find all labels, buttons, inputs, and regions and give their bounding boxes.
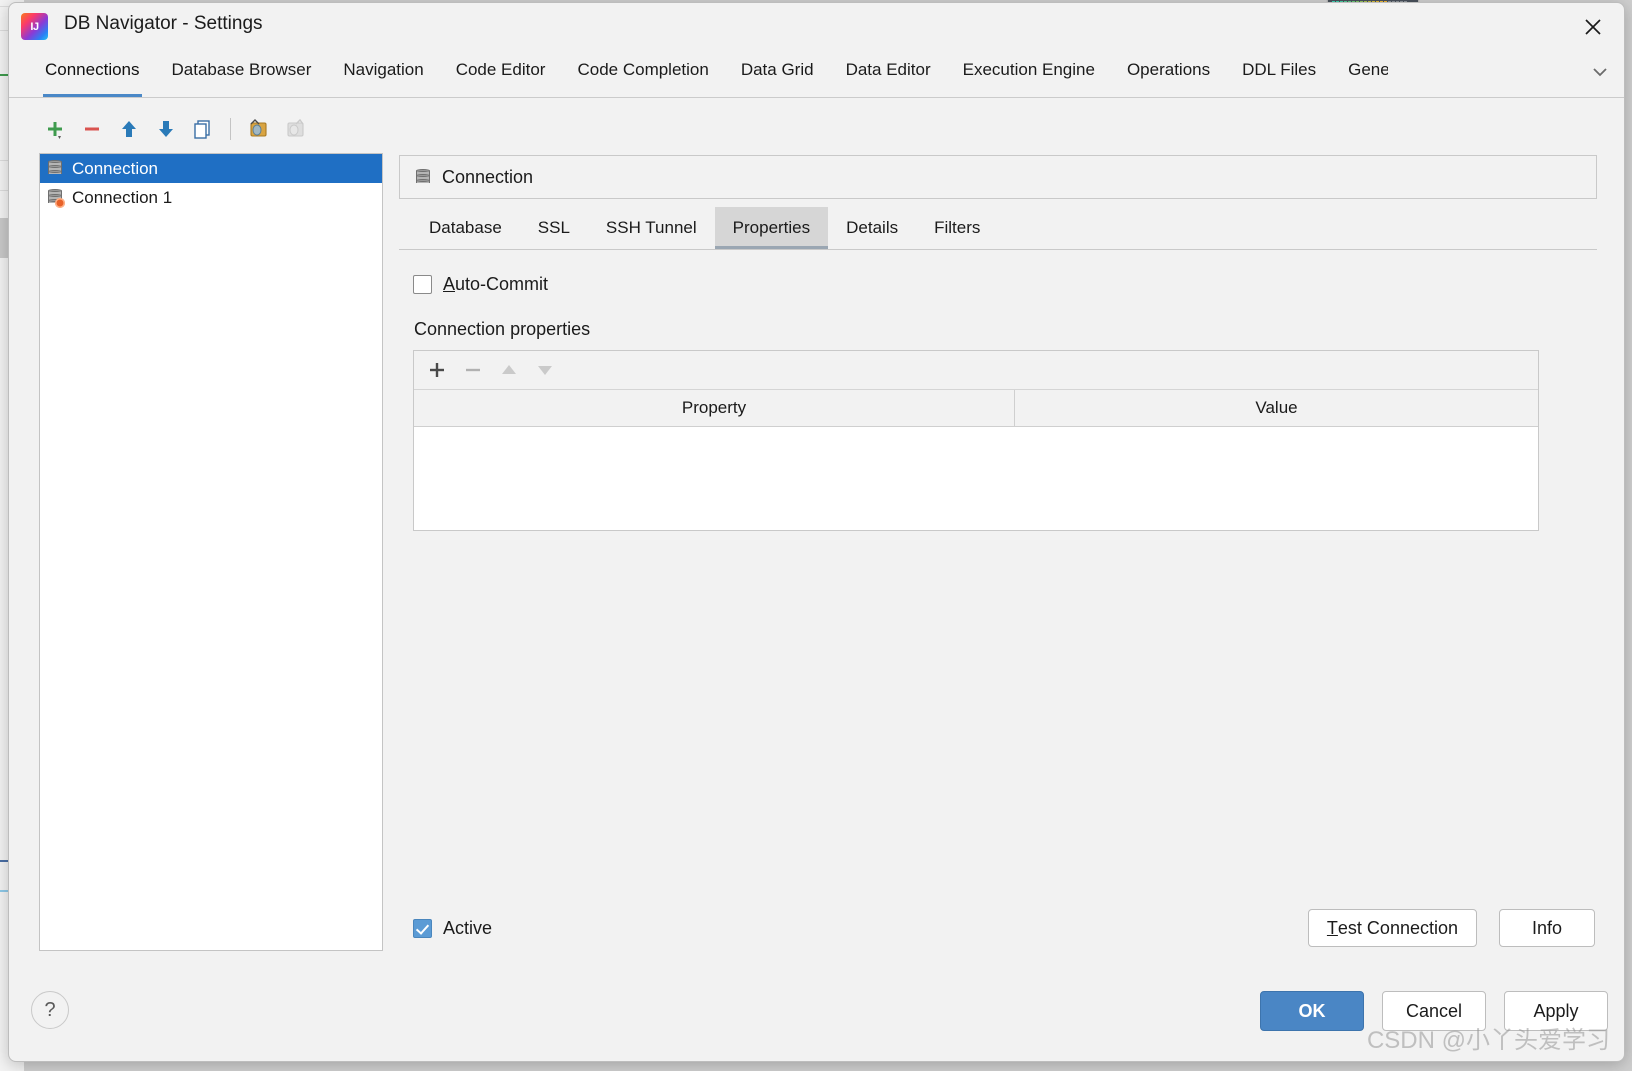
auto-commit-label: Auto-Commit — [443, 274, 549, 294]
tab-ddl-files[interactable]: DDL Files — [1226, 49, 1332, 86]
settings-dialog: IJ DB Navigator - Settings Connections D… — [8, 2, 1625, 1062]
auto-commit-checkbox-row[interactable]: Auto-Commit — [413, 274, 1597, 295]
pane-header: Connection — [399, 155, 1597, 199]
cancel-button[interactable]: Cancel — [1382, 991, 1486, 1031]
column-header-value[interactable]: Value — [1015, 390, 1538, 426]
remove-property-button[interactable] — [462, 359, 484, 381]
auto-commit-checkbox[interactable] — [413, 275, 432, 294]
tab-database[interactable]: Database — [411, 207, 520, 249]
active-label: Active — [443, 917, 493, 938]
active-checkbox[interactable] — [413, 918, 432, 938]
apply-button[interactable]: Apply — [1504, 991, 1608, 1031]
settings-tabs: Connections Database Browser Navigation … — [29, 49, 1578, 97]
pane-bottom-bar: Active Test Connection Info — [399, 905, 1597, 951]
tab-code-editor[interactable]: Code Editor — [440, 49, 562, 86]
connection-list-item-connection[interactable]: Connection — [40, 154, 382, 183]
dialog-footer: ? OK Cancel Apply — [9, 975, 1624, 1061]
tab-properties[interactable]: Properties — [714, 207, 829, 249]
connection-list[interactable]: Connection Connection 1 — [39, 153, 383, 951]
connection-properties-table: Property Value — [413, 350, 1539, 531]
connection-list-item-connection-1[interactable]: Connection 1 — [40, 183, 382, 212]
copy-connection-button[interactable] — [242, 113, 274, 145]
connection-settings-pane: Connection Database SSL SSH Tunnel Prope… — [399, 155, 1597, 951]
toolbar-separator — [230, 118, 231, 140]
active-checkbox-row[interactable]: Active — [413, 918, 492, 939]
connection-list-item-label: Connection — [72, 158, 159, 178]
add-property-button[interactable] — [426, 359, 448, 381]
screenshot-root: IJ DB Navigator - Settings Connections D… — [0, 0, 1632, 1071]
properties-table-toolbar — [414, 351, 1538, 390]
database-icon — [414, 168, 432, 187]
test-connection-button[interactable]: Test Connection — [1307, 909, 1477, 947]
tab-operations[interactable]: Operations — [1111, 49, 1226, 86]
properties-table-header: Property Value — [414, 390, 1538, 427]
pane-action-buttons: Test Connection Info — [1307, 909, 1595, 947]
help-icon[interactable]: ? — [31, 991, 69, 1029]
move-property-up-button[interactable] — [498, 359, 520, 381]
pane-header-title: Connection — [442, 166, 534, 187]
chevron-down-icon[interactable] — [1584, 57, 1616, 87]
tab-details[interactable]: Details — [828, 207, 916, 249]
move-property-down-button[interactable] — [534, 359, 556, 381]
close-icon[interactable] — [1570, 7, 1616, 47]
title-bar: IJ DB Navigator - Settings — [9, 3, 1624, 49]
database-configure-icon — [46, 188, 65, 208]
paste-connection-button[interactable] — [279, 113, 311, 145]
tab-connections[interactable]: Connections — [29, 49, 156, 97]
tab-navigation[interactable]: Navigation — [327, 49, 439, 86]
dialog-footer-buttons: OK Cancel Apply — [1260, 991, 1608, 1031]
intellij-idea-icon: IJ — [21, 13, 48, 40]
move-down-button[interactable] — [150, 113, 182, 145]
ok-button[interactable]: OK — [1260, 991, 1364, 1031]
column-header-property[interactable]: Property — [414, 390, 1015, 426]
connection-list-toolbar — [39, 107, 359, 151]
properties-tab-content: Auto-Commit Connection properties Proper… — [399, 250, 1597, 531]
tab-data-editor[interactable]: Data Editor — [830, 49, 947, 86]
tab-execution-engine[interactable]: Execution Engine — [947, 49, 1111, 86]
tab-ssh-tunnel[interactable]: SSH Tunnel — [588, 207, 715, 249]
connection-tab-bar: Database SSL SSH Tunnel Properties Detai… — [399, 207, 1597, 250]
tab-code-completion[interactable]: Code Completion — [561, 49, 724, 86]
tab-ssl[interactable]: SSL — [520, 207, 588, 249]
tab-data-grid[interactable]: Data Grid — [725, 49, 830, 86]
tab-general[interactable]: Gene — [1332, 49, 1388, 86]
database-icon — [46, 159, 64, 178]
connection-properties-label: Connection properties — [414, 319, 591, 339]
settings-tab-bar: Connections Database Browser Navigation … — [9, 49, 1624, 98]
tab-database-browser[interactable]: Database Browser — [156, 49, 328, 86]
properties-table-body[interactable] — [414, 427, 1538, 530]
window-title: DB Navigator - Settings — [64, 13, 263, 34]
duplicate-button[interactable] — [187, 113, 219, 145]
tab-filters[interactable]: Filters — [916, 207, 998, 249]
remove-connection-button[interactable] — [76, 113, 108, 145]
add-connection-button[interactable] — [39, 113, 71, 145]
info-button[interactable]: Info — [1499, 909, 1595, 947]
connection-list-item-label: Connection 1 — [72, 187, 173, 207]
move-up-button[interactable] — [113, 113, 145, 145]
